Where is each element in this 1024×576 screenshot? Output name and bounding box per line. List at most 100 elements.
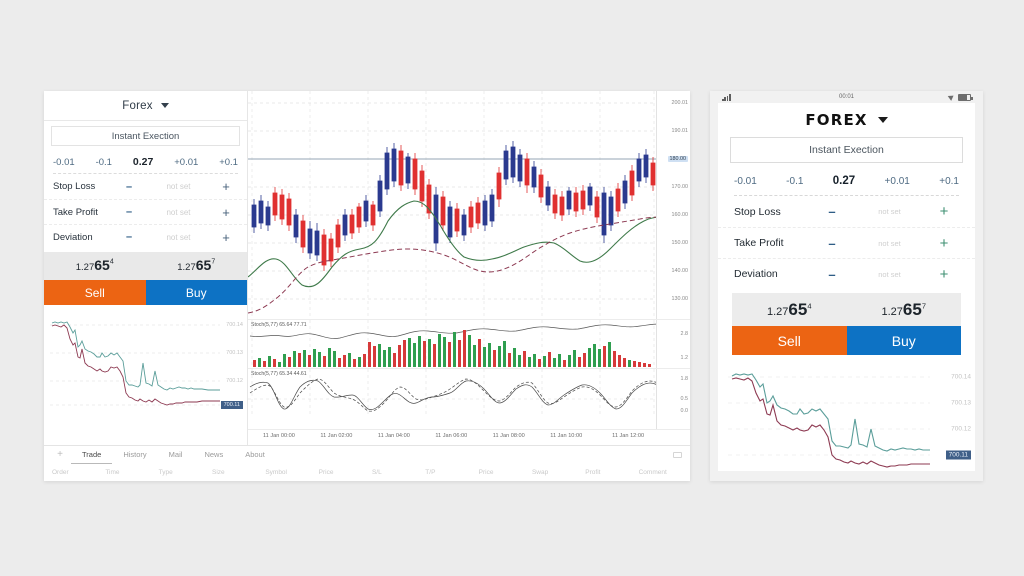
window-icon[interactable] <box>673 452 682 458</box>
column-price2[interactable]: Price <box>477 469 530 476</box>
mobile-volume-plus-01[interactable]: +0.1 <box>939 176 959 187</box>
time-label-2: 11 Jan 04:00 <box>377 433 410 439</box>
take-profit-plus-button[interactable]: + <box>214 205 238 220</box>
volume-y-label-1: 1.2 <box>680 355 689 361</box>
deviation-value[interactable]: not set <box>143 233 214 242</box>
volume-plus-001[interactable]: +0.01 <box>174 157 198 168</box>
volume-minus-01[interactable]: -0.1 <box>96 157 112 168</box>
stochastic-indicator-panel[interactable]: Stoch(5,77) 65.34 44.61 1.8 0.5 0.0 <box>248 368 690 429</box>
orders-table-header: Order Time Type Size Symbol Price S/L T/… <box>44 452 690 481</box>
price-label-4: 160.00 <box>671 212 689 218</box>
column-size[interactable]: Size <box>210 469 263 476</box>
time-label-1: 11 Jan 02:00 <box>320 433 353 439</box>
stoch-y-label-1: 0.5 <box>680 396 689 402</box>
column-symbol[interactable]: Symbol <box>263 469 316 476</box>
column-tp[interactable]: T/P <box>423 469 476 476</box>
mobile-bid-main: 65 <box>788 299 808 319</box>
mobile-sell-button[interactable]: Sell <box>732 326 847 355</box>
mobile-symbol-selector[interactable]: FOREX <box>718 103 975 137</box>
volume-plus-01[interactable]: +0.1 <box>219 157 238 168</box>
deviation-label: Deviation <box>53 231 93 243</box>
volume-indicator-panel[interactable]: Stoch(5,77) 65.64 77.71 2.8 1.2 <box>248 319 690 368</box>
price-label-1: 190.01 <box>671 128 689 134</box>
tab-mail[interactable]: Mail <box>158 446 194 463</box>
column-time[interactable]: Time <box>103 469 156 476</box>
tick-y-label-1: 700.13 <box>226 350 243 356</box>
mobile-volume-plus-001[interactable]: +0.01 <box>885 176 910 187</box>
stop-loss-plus-button[interactable]: + <box>214 179 238 194</box>
stop-loss-minus-button[interactable]: – <box>115 181 143 193</box>
candlestick-svg <box>248 91 663 319</box>
mobile-deviation-row: Deviation – not set + <box>718 258 975 289</box>
deviation-row: Deviation – not set + <box>44 224 247 249</box>
tab-about[interactable]: About <box>234 446 276 463</box>
column-type[interactable]: Type <box>157 469 210 476</box>
stop-loss-row: Stop Loss – not set + <box>44 174 247 199</box>
terminal-body: Forex Instant Exection -0.01 -0.1 0.27 +… <box>44 91 690 445</box>
price-label-6: 140.00 <box>671 268 689 274</box>
stochastic-indicator-label: Stoch(5,77) 65.34 44.61 <box>251 371 307 377</box>
time-label-6: 11 Jan 12:00 <box>612 433 645 439</box>
price-label-3: 170.00 <box>671 184 689 190</box>
ask-sup: 7 <box>211 258 216 266</box>
mobile-deviation-value[interactable]: not set <box>850 270 929 279</box>
column-swap[interactable]: Swap <box>530 469 583 476</box>
mobile-deviation-plus-button[interactable]: + <box>929 266 959 283</box>
trade-buttons: Sell Buy <box>44 280 247 305</box>
mobile-stop-loss-minus-button[interactable]: – <box>814 204 850 219</box>
column-profit[interactable]: Profit <box>583 469 636 476</box>
mobile-take-profit-value[interactable]: not set <box>850 239 929 248</box>
mobile-execution-mode-select[interactable]: Instant Exection <box>730 137 963 163</box>
time-label-5: 11 Jan 10:00 <box>550 433 583 439</box>
mobile-volume-value[interactable]: 0.27 <box>833 175 855 187</box>
column-sl[interactable]: S/L <box>370 469 423 476</box>
mobile-tick-chart[interactable]: 700.14 700.13 700.12 700.11 <box>718 359 975 471</box>
column-comment[interactable]: Comment <box>637 469 690 476</box>
mobile-stop-loss-plus-button[interactable]: + <box>929 203 959 220</box>
mobile-ask-main: 65 <box>902 299 922 319</box>
tab-history[interactable]: History <box>112 446 157 463</box>
terminal-footer: + Trade History Mail News About Order Ti… <box>44 445 690 481</box>
plus-icon[interactable]: + <box>49 449 71 460</box>
candlestick-chart[interactable]: 200.01 190.01 180.00 170.00 160.00 150.0… <box>248 91 690 319</box>
stop-loss-value[interactable]: not set <box>143 182 214 191</box>
mobile-volume-minus-001[interactable]: -0.01 <box>734 176 757 187</box>
mobile-y-label-2: 700.12 <box>951 425 971 433</box>
deviation-minus-button[interactable]: – <box>115 231 143 243</box>
buy-button[interactable]: Buy <box>145 280 247 305</box>
mobile-deviation-minus-button[interactable]: – <box>814 267 850 282</box>
desktop-tick-chart[interactable]: 700.14 700.13 700.12 700.11 <box>44 305 247 445</box>
mobile-take-profit-plus-button[interactable]: + <box>929 235 959 252</box>
column-price[interactable]: Price <box>317 469 370 476</box>
mobile-device: 00:01 FOREX Instant Exection -0.01 -0.1 … <box>710 91 983 481</box>
take-profit-minus-button[interactable]: – <box>115 206 143 218</box>
mobile-take-profit-minus-button[interactable]: – <box>814 236 850 251</box>
tab-trade[interactable]: Trade <box>71 446 113 464</box>
price-label-0: 200.01 <box>671 100 689 106</box>
symbol-selector[interactable]: Forex <box>44 91 247 121</box>
mobile-execution-mode-label: Instant Exection <box>809 144 884 156</box>
mobile-deviation-label: Deviation <box>734 268 778 280</box>
mobile-y-label-1: 700.13 <box>951 399 971 407</box>
deviation-plus-button[interactable]: + <box>214 230 238 245</box>
order-panel: Forex Instant Exection -0.01 -0.1 0.27 +… <box>44 91 248 445</box>
mobile-bid-sup: 4 <box>807 301 812 311</box>
bid-main: 65 <box>94 257 110 273</box>
take-profit-value[interactable]: not set <box>143 208 214 217</box>
stop-loss-label: Stop Loss <box>53 181 96 192</box>
tab-news[interactable]: News <box>193 446 234 463</box>
execution-mode-select[interactable]: Instant Exection <box>51 126 240 146</box>
column-order[interactable]: Order <box>44 469 103 476</box>
sell-button[interactable]: Sell <box>44 280 146 305</box>
mobile-stop-loss-value[interactable]: not set <box>850 207 929 216</box>
symbol-label: Forex <box>122 99 153 112</box>
execution-mode-label: Instant Exection <box>111 130 180 142</box>
tick-y-label-2: 700.12 <box>226 378 243 384</box>
mobile-buy-button[interactable]: Buy <box>846 326 961 355</box>
mobile-price-band: 1.27654 1.27657 <box>732 293 961 326</box>
volume-minus-001[interactable]: -0.01 <box>53 157 75 168</box>
volume-value[interactable]: 0.27 <box>133 156 153 168</box>
mobile-current-price-badge: 700.11 <box>945 450 971 460</box>
mobile-stop-loss-row: Stop Loss – not set + <box>718 196 975 227</box>
mobile-volume-minus-01[interactable]: -0.1 <box>786 176 803 187</box>
